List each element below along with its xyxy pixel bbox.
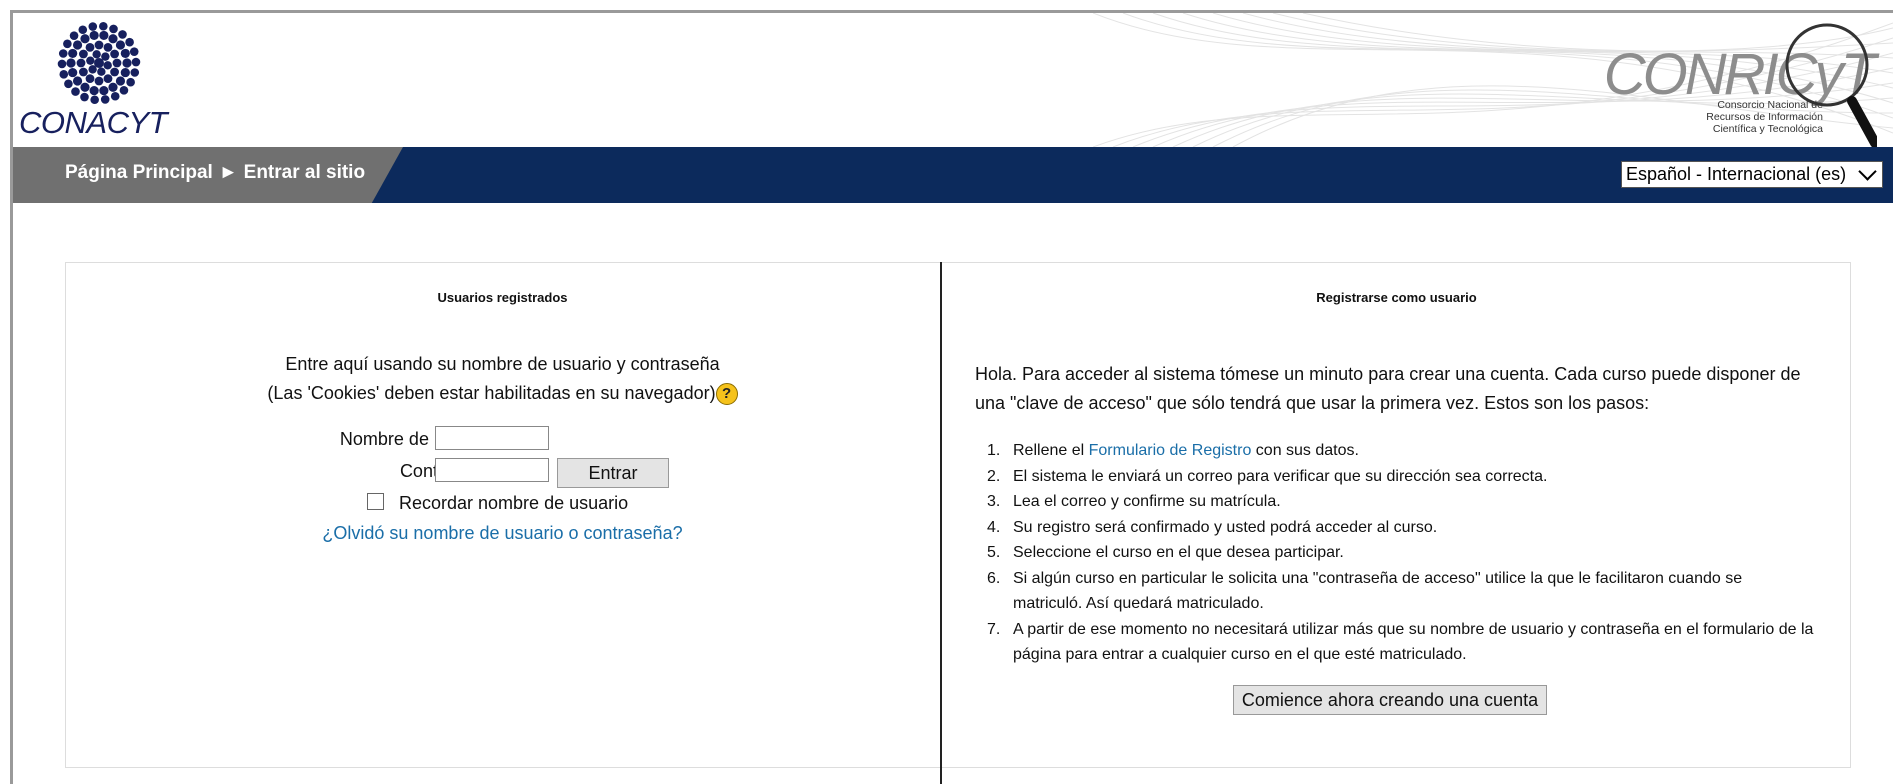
site-header: CONACYT CONRICyT Consorcio Nacional de R… bbox=[13, 13, 1893, 147]
password-input[interactable] bbox=[435, 458, 549, 482]
list-item: 4. Su registro será confirmado y usted po… bbox=[987, 518, 1438, 536]
breadcrumb: Página Principal ► Entrar al sitio bbox=[65, 162, 365, 184]
language-select[interactable]: Español - Internacional (es) bbox=[1621, 161, 1883, 188]
create-account-button[interactable]: Comience ahora creando una cuenta bbox=[1233, 685, 1547, 715]
username-input[interactable] bbox=[435, 426, 549, 450]
registration-form-link[interactable]: Formulario de Registro bbox=[1089, 442, 1252, 459]
navigation-bar: Página Principal ► Entrar al sitio Español… bbox=[13, 147, 1893, 203]
forgot-password-link[interactable]: ¿Olvidó su nombre de usuario o contraseñ… bbox=[65, 523, 940, 544]
login-section-title: Usuarios registrados bbox=[437, 290, 568, 305]
list-item: 2. El sistema le enviará un correo para v… bbox=[987, 467, 1548, 485]
remember-username-label: Recordar nombre de usuario bbox=[399, 493, 629, 513]
login-section: Usuarios registrados Entre aquí usando s… bbox=[65, 262, 940, 768]
conacyt-logo-text: CONACYT bbox=[19, 105, 168, 140]
login-button[interactable]: Entrar bbox=[557, 458, 669, 488]
breadcrumb-separator-icon: ► bbox=[218, 162, 238, 183]
login-intro-line2: (Las 'Cookies' deben estar habilitadas e… bbox=[65, 379, 940, 408]
list-item: 3. Lea el correo y confirme su matrícula. bbox=[987, 493, 1281, 510]
conricyt-logo-subtitle: Consorcio Nacional de Recursos de Inform… bbox=[1706, 99, 1823, 135]
breadcrumb-home-link[interactable]: Página Principal bbox=[65, 162, 213, 183]
signup-steps-list: 1. Rellene el Formulario de Registro con … bbox=[975, 438, 1815, 668]
signup-section-title: Registrarse como usuario bbox=[1316, 290, 1477, 305]
signup-paragraph: Hola. Para acceder al sistema tómese un … bbox=[975, 364, 1801, 413]
language-selected-value: Español - Internacional (es) bbox=[1626, 164, 1847, 184]
login-intro: Entre aquí usando su nombre de usuario y… bbox=[65, 350, 940, 408]
remember-username-checkbox[interactable] bbox=[367, 493, 384, 510]
chevron-down-icon bbox=[1858, 162, 1877, 181]
list-item: 7. A partir de ese momento no necesitará … bbox=[987, 620, 1814, 664]
help-icon[interactable]: ? bbox=[715, 383, 738, 406]
breadcrumb-current: Entrar al sitio bbox=[243, 162, 366, 183]
signup-section: Registrarse como usuario Hola. Para acce… bbox=[942, 262, 1851, 768]
list-item: 6. Si algún curso en particular le solici… bbox=[987, 569, 1743, 613]
list-item: 5. Seleccione el curso en el que desea pa… bbox=[987, 544, 1344, 561]
login-intro-line1: Entre aquí usando su nombre de usuario y… bbox=[285, 354, 720, 374]
list-item: 1. Rellene el Formulario de Registro con … bbox=[987, 442, 1359, 459]
